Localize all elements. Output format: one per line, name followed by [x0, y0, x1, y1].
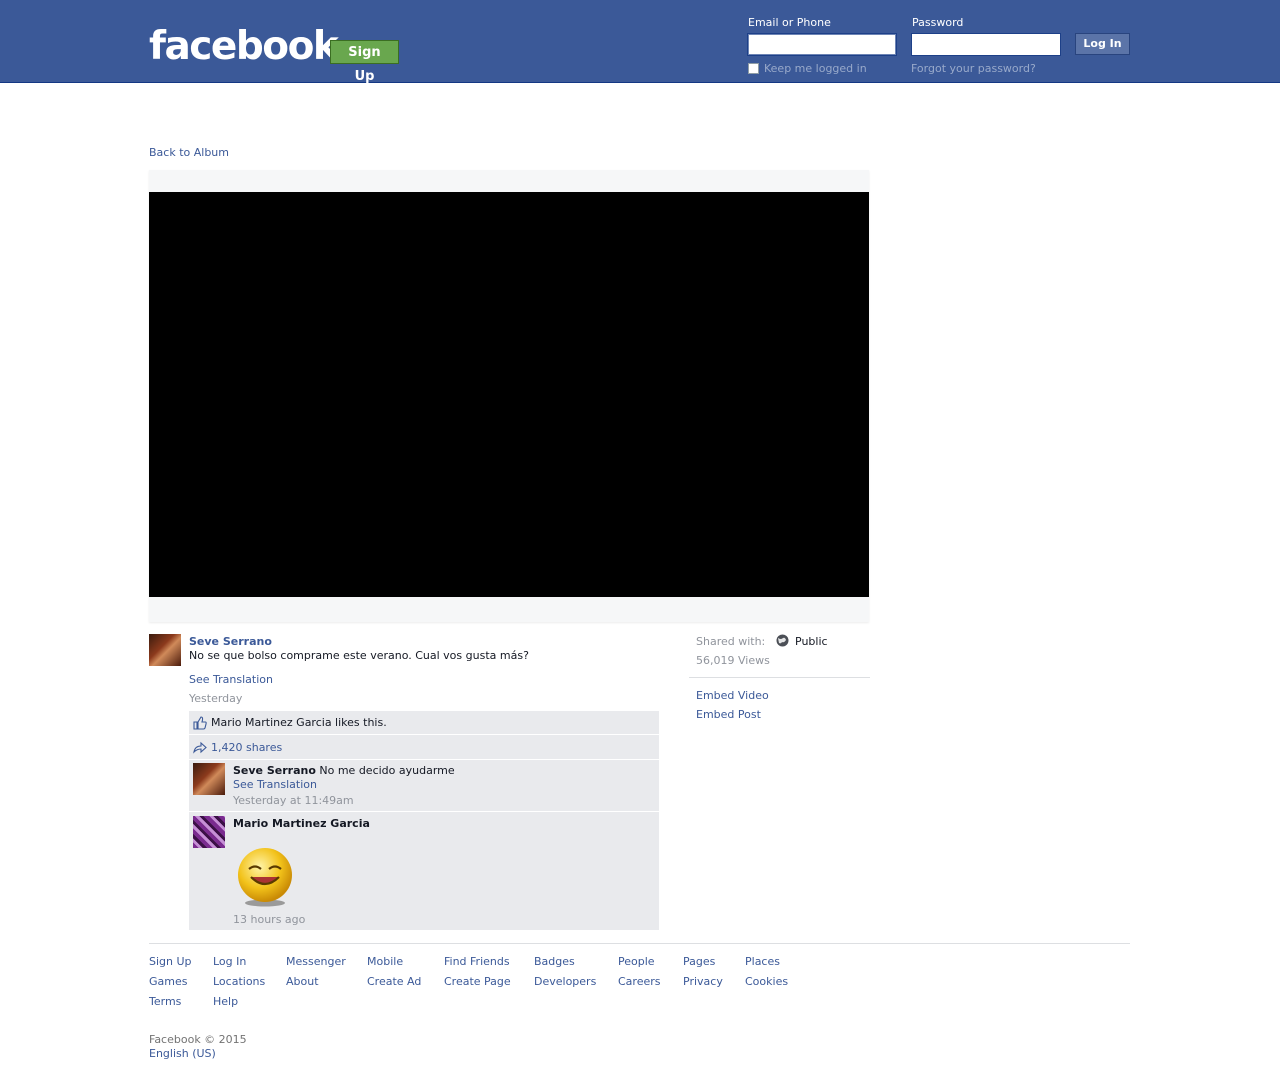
language-link[interactable]: English (US)	[149, 1047, 216, 1060]
post-timestamp[interactable]: Yesterday	[189, 692, 242, 705]
sidebar-divider	[689, 677, 870, 678]
footer-link[interactable]: Log In	[213, 955, 246, 968]
comment-item: Seve Serrano No me decido ayudarme	[233, 764, 455, 777]
footer-link[interactable]: Messenger	[286, 955, 346, 968]
facebook-logo[interactable]: facebook	[149, 24, 339, 70]
share-arrow-icon	[193, 740, 207, 754]
footer-column: Messenger About	[286, 955, 346, 995]
email-field[interactable]	[747, 33, 897, 56]
footer-link[interactable]: Terms	[149, 995, 181, 1008]
footer-link[interactable]: Cookies	[745, 975, 788, 988]
keep-logged-in-label: Keep me logged in	[764, 62, 867, 75]
keep-logged-in-checkbox[interactable]	[748, 63, 759, 74]
footer-divider	[149, 943, 1130, 944]
comment-avatar[interactable]	[193, 816, 225, 848]
author-avatar[interactable]	[149, 634, 181, 666]
shares-row: 1,420 shares	[189, 735, 659, 759]
post-author-link[interactable]: Seve Serrano	[189, 635, 272, 648]
footer-column: Mobile Create Ad	[367, 955, 421, 995]
footer-column: Places Cookies	[745, 955, 788, 995]
comment-divider	[189, 811, 659, 812]
view-count: 56,019 Views	[696, 654, 770, 667]
audience-label[interactable]: Public	[795, 635, 828, 648]
footer-link[interactable]: Find Friends	[444, 955, 510, 968]
embed-video-link[interactable]: Embed Video	[696, 689, 769, 702]
footer-link[interactable]: Developers	[534, 975, 596, 988]
comment-timestamp[interactable]: 13 hours ago	[233, 913, 305, 926]
comment-text: No me decido ayudarme	[319, 764, 455, 777]
like-thumb-icon	[193, 715, 207, 730]
likes-row: Mario Martinez Garcia likes this.	[189, 711, 659, 734]
footer-link[interactable]: Places	[745, 955, 780, 968]
footer-column: Sign Up Games Terms	[149, 955, 192, 1015]
footer-link[interactable]: Careers	[618, 975, 661, 988]
embed-post-link[interactable]: Embed Post	[696, 708, 761, 721]
comment-author[interactable]: Seve Serrano	[233, 764, 316, 777]
comment-avatar[interactable]	[193, 763, 225, 795]
comment-author[interactable]: Mario Martinez Garcia	[233, 817, 370, 830]
sign-up-button[interactable]: Sign Up	[330, 40, 399, 84]
comment-see-translation-link[interactable]: See Translation	[233, 778, 317, 791]
footer-link[interactable]: Help	[213, 995, 238, 1008]
top-bar: facebook Sign Up Email or Phone Password…	[0, 0, 1280, 84]
laughing-emoji-sticker-icon	[235, 847, 295, 909]
shares-link[interactable]: 1,420 shares	[211, 741, 282, 754]
footer-link[interactable]: Create Page	[444, 975, 511, 988]
footer-link[interactable]: Create Ad	[367, 975, 421, 988]
post-caption: No se que bolso comprame este verano. Cu…	[189, 649, 529, 662]
back-to-album-link[interactable]: Back to Album	[149, 146, 229, 159]
footer-link[interactable]: Locations	[213, 975, 265, 988]
footer-column: People Careers	[618, 955, 661, 995]
footer-column: Find Friends Create Page	[444, 955, 511, 995]
footer-link[interactable]: People	[618, 955, 655, 968]
comment-timestamp[interactable]: Yesterday at 11:49am	[233, 794, 354, 807]
footer-column: Log In Locations Help	[213, 955, 265, 1015]
forgot-password-link[interactable]: Forgot your password?	[911, 62, 1036, 75]
password-field[interactable]	[911, 33, 1061, 56]
likes-text[interactable]: Mario Martinez Garcia likes this.	[211, 716, 387, 729]
video-player[interactable]	[149, 192, 869, 597]
footer-link[interactable]: Games	[149, 975, 187, 988]
video-frame	[149, 170, 869, 622]
log-in-button[interactable]: Log In	[1075, 33, 1130, 55]
comments-list: Seve Serrano No me decido ayudarme See T…	[189, 760, 659, 930]
copyright: Facebook © 2015	[149, 1033, 247, 1046]
footer-column: Badges Developers	[534, 955, 596, 995]
footer-link[interactable]: Pages	[683, 955, 715, 968]
password-label: Password	[912, 16, 964, 29]
shared-with-label: Shared with:	[696, 635, 766, 648]
globe-icon	[776, 634, 789, 650]
footer-column: Pages Privacy	[683, 955, 723, 995]
email-label: Email or Phone	[748, 16, 831, 29]
footer-link[interactable]: About	[286, 975, 319, 988]
keep-logged-in[interactable]: Keep me logged in	[748, 62, 867, 75]
footer-link[interactable]: Badges	[534, 955, 575, 968]
footer-link[interactable]: Privacy	[683, 975, 723, 988]
see-translation-link[interactable]: See Translation	[189, 673, 273, 686]
footer-link[interactable]: Sign Up	[149, 955, 192, 968]
footer-link[interactable]: Mobile	[367, 955, 403, 968]
